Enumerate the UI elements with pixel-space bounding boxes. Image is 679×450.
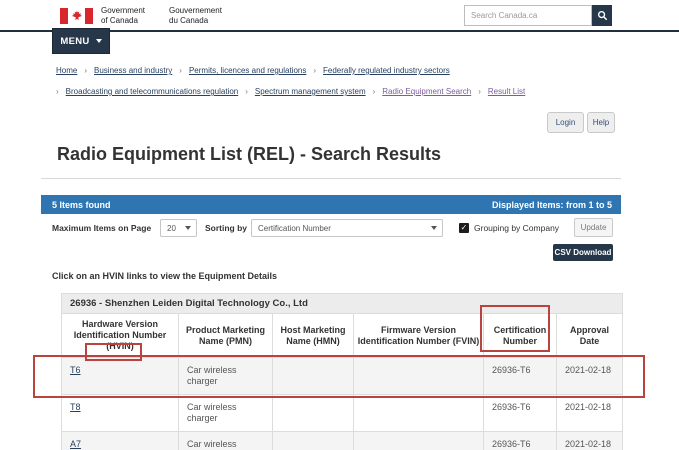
column-header-approval-date: Approval Date: [557, 314, 623, 358]
breadcrumb-separator: ›: [313, 66, 316, 75]
chevron-down-icon: [431, 226, 437, 230]
sorting-value: Certification Number: [258, 224, 331, 233]
breadcrumb-separator: ›: [84, 66, 87, 75]
breadcrumb-row1: Home › Business and industry › Permits, lice…: [56, 66, 450, 75]
sorting-select[interactable]: Certification Number: [251, 219, 443, 237]
wordmark-fr-line2: du Canada: [169, 16, 222, 26]
hmn-cell: [273, 432, 354, 450]
pmn-cell: Car wireless charger: [179, 395, 273, 432]
breadcrumb-link-broadcasting[interactable]: Broadcasting and telecommunications regu…: [66, 87, 239, 96]
certification-cell: 26936-T6: [484, 395, 557, 432]
annotation-box-first-row: [33, 355, 645, 398]
annotation-box-certification-header: [480, 305, 550, 352]
fvin-cell: [354, 395, 484, 432]
search-icon: [597, 10, 608, 21]
chevron-down-icon: [185, 226, 191, 230]
column-header-fvin: Firmware Version Identification Number (…: [354, 314, 484, 358]
max-items-label: Maximum Items on Page: [52, 223, 151, 233]
wordmark-en-line1: Government: [101, 6, 145, 16]
fvin-cell: [354, 432, 484, 450]
sorting-label: Sorting by: [205, 223, 247, 233]
chevron-down-icon: [96, 39, 102, 43]
csv-download-button[interactable]: CSV Download: [553, 244, 613, 261]
grouping-label: Grouping by Company: [474, 223, 559, 233]
help-button[interactable]: Help: [587, 112, 615, 133]
column-header-hmn: Host Marketing Name (HMN): [273, 314, 354, 358]
menu-button-label: MENU: [60, 36, 89, 47]
wordmark-fr-line1: Gouvernement: [169, 6, 222, 16]
search-input[interactable]: [464, 5, 592, 26]
grouping-checkbox[interactable]: ✓: [459, 223, 469, 233]
login-button[interactable]: Login: [547, 112, 584, 133]
canada-flag-icon: [60, 8, 93, 24]
certification-cell: 26936-T6: [484, 432, 557, 450]
approval-date-cell: 2021-02-18: [557, 395, 623, 432]
wordmark-en-line2: of Canada: [101, 16, 145, 26]
breadcrumb-link-spectrum[interactable]: Spectrum management system: [255, 87, 366, 96]
table-row: T8 Car wireless charger 26936-T6 2021-02…: [62, 395, 623, 432]
menu-button[interactable]: MENU: [52, 28, 110, 54]
maple-leaf-icon: [71, 10, 83, 22]
results-summary-bar: 5 Items found Displayed Items: from 1 to…: [41, 195, 621, 214]
page: Government of Canada Gouvernement du Can…: [0, 0, 679, 450]
table-row: A7 Car wireless charger 26936-T6 2021-02…: [62, 432, 623, 450]
title-divider: [41, 178, 621, 179]
breadcrumb-row2: › Broadcasting and telecommunications reg…: [56, 87, 525, 96]
hmn-cell: [273, 395, 354, 432]
approval-date-cell: 2021-02-18: [557, 432, 623, 450]
breadcrumb-separator: ›: [179, 66, 182, 75]
items-found-text: 5 Items found: [52, 200, 111, 210]
breadcrumb-link-permits[interactable]: Permits, licences and regulations: [189, 66, 306, 75]
search-button[interactable]: [592, 5, 612, 26]
breadcrumb-link-result-list[interactable]: Result List: [488, 87, 525, 96]
pmn-cell: Car wireless charger: [179, 432, 273, 450]
breadcrumb-separator: ›: [56, 87, 59, 96]
hvin-link[interactable]: A7: [70, 439, 81, 449]
breadcrumb-separator: ›: [245, 87, 248, 96]
breadcrumb-link-business[interactable]: Business and industry: [94, 66, 172, 75]
update-button[interactable]: Update: [574, 218, 613, 237]
page-title: Radio Equipment List (REL) - Search Resu…: [57, 144, 441, 165]
hvin-link[interactable]: T8: [70, 402, 81, 412]
max-items-value: 20: [167, 224, 176, 233]
displayed-items-text: Displayed Items: from 1 to 5: [492, 200, 612, 210]
breadcrumb-link-federally-regulated[interactable]: Federally regulated industry sectors: [323, 66, 450, 75]
breadcrumb-link-home[interactable]: Home: [56, 66, 77, 75]
breadcrumb-separator: ›: [373, 87, 376, 96]
hvin-hint-text: Click on an HVIN links to view the Equip…: [52, 271, 277, 281]
wordmark-english: Government of Canada: [101, 6, 145, 26]
column-header-pmn: Product Marketing Name (PMN): [179, 314, 273, 358]
hvin-cell: A7: [62, 432, 179, 450]
breadcrumb-separator: ›: [478, 87, 481, 96]
max-items-select[interactable]: 20: [160, 219, 197, 237]
wordmark-french: Gouvernement du Canada: [169, 6, 222, 26]
breadcrumb-link-radio-equipment-search[interactable]: Radio Equipment Search: [382, 87, 471, 96]
hvin-cell: T8: [62, 395, 179, 432]
